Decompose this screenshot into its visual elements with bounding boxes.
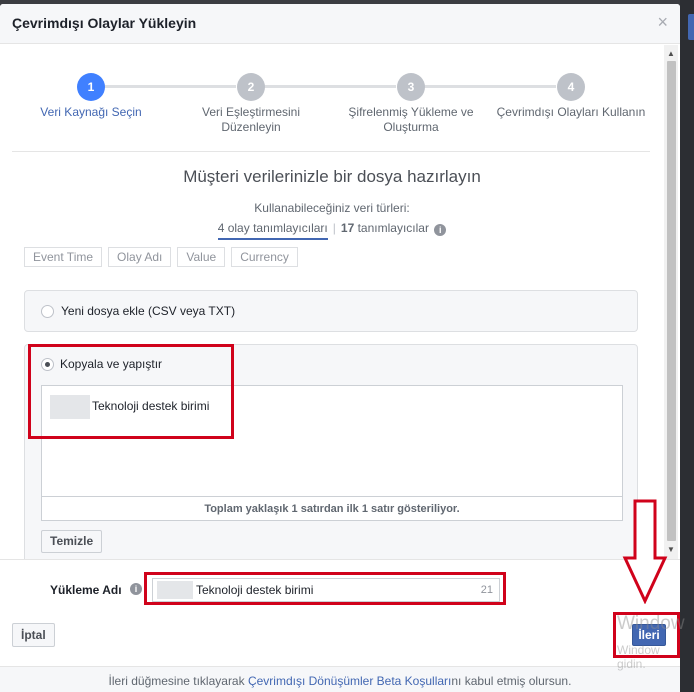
step-connector [424,85,556,88]
new-file-label: Yeni dosya ekle (CSV veya TXT) [61,304,236,318]
step-4-label: Çevrimdışı Olayları Kullanın [488,105,654,120]
tab-id-text: tanımlayıcılar [357,221,429,235]
background-window [680,0,694,692]
terms-link[interactable]: Çevrimdışı Dönüşümler Beta Koşulları [248,674,451,688]
divider [12,151,650,152]
dialog-title: Çevrimdışı Olaylar Yükleyin [12,15,197,31]
dialog-header: Çevrimdışı Olaylar Yükleyin × [0,4,680,44]
scroll-up-arrow-icon[interactable]: ▲ [664,49,678,58]
column-chips: Event Time Olay Adı Value Currency [24,247,304,269]
tab-event-count: 4 [217,221,225,235]
step-connector [104,85,236,88]
step-4-label-text: Çevrimdışı Olayları Kullanın [496,105,646,119]
close-icon[interactable]: × [657,13,668,31]
chip-event-name: Olay Adı [108,247,172,267]
step-2-circle: 2 [237,73,265,101]
option-copy-paste[interactable]: Kopyala ve yapıştır Teknoloji destek bir… [24,344,638,559]
option-new-file[interactable]: Yeni dosya ekle (CSV veya TXT) [24,290,638,332]
cancel-button[interactable]: İptal [12,623,55,647]
chip-event-time: Event Time [24,247,103,267]
chip-value: Value [177,247,226,267]
upload-name-value: Teknoloji destek birimi [196,583,314,597]
annotation-arrow-down-icon [622,499,668,604]
upload-name-label: Yükleme Adı [50,583,122,597]
upload-name-input[interactable]: Teknoloji destek birimi 21 [152,578,500,602]
redacted-text [157,581,193,599]
step-1-circle: 1 [77,73,105,101]
paste-textarea[interactable]: Teknoloji destek birimi [41,385,623,497]
step-3-circle: 3 [397,73,425,101]
terms-text-before: İleri düğmesine tıklayarak [108,674,248,688]
upload-offline-events-dialog: Çevrimdışı Olaylar Yükleyin × 1 2 3 4 Ve… [0,4,680,692]
step-3-label: Şifrelenmiş Yükleme ve Oluşturma [331,105,491,135]
copy-paste-label: Kopyala ve yapıştır [60,357,163,371]
redacted-text [50,395,90,419]
paste-row-summary: Toplam yaklaşık 1 satırdan ilk 1 satır g… [41,497,623,521]
character-count: 21 [480,584,493,596]
step-2-label-line2: Düzenleyin [221,120,281,134]
step-3-label-line2: Oluşturma [383,120,439,134]
scrollbar[interactable]: ▲ ▼ [664,45,678,559]
new-file-radio[interactable] [41,305,54,318]
step-3-label-line1: Şifrelenmiş Yükleme ve [348,105,474,119]
dialog-body[interactable]: 1 2 3 4 Veri Kaynağı Seçin Veri Eşleştir… [0,45,680,559]
identifier-tabs: 4 olay tanımlayıcıları | 17 tanımlayıcılar… [0,221,664,240]
step-4-circle: 4 [557,73,585,101]
step-1-label-text: Veri Kaynağı Seçin [40,105,142,119]
data-types-label: Kullanabileceğiniz veri türleri: [254,201,410,215]
info-icon[interactable]: i [130,583,142,595]
paste-textarea-content: Teknoloji destek birimi [92,399,210,413]
dialog-footer: Yükleme Adı i Teknoloji destek birimi 21… [0,559,680,692]
tab-identifiers[interactable]: 17 tanımlayıcılar [341,221,429,238]
step-connector [264,85,396,88]
next-button[interactable]: İleri [632,624,666,646]
terms-notice: İleri düğmesine tıklayarak Çevrimdışı Dö… [0,666,680,692]
clear-button[interactable]: Temizle [41,530,103,553]
step-2-label: Veri Eşleştirmesini Düzenleyin [181,105,321,135]
info-icon[interactable]: i [434,224,447,236]
scroll-thumb[interactable] [667,61,676,541]
tab-separator: | [332,221,336,235]
section-title: Müşteri verilerinizle bir dosya hazırlay… [183,167,481,186]
tab-event-identifiers[interactable]: 4 olay tanımlayıcıları [217,221,328,240]
step-1-label: Veri Kaynağı Seçin [21,105,161,120]
step-2-label-line1: Veri Eşleştirmesini [201,105,301,119]
terms-text: İleri düğmesine tıklayarak Çevrimdışı Dö… [0,674,680,688]
background-button [688,14,694,40]
terms-text-after: nı kabul etmiş olursun. [451,674,572,688]
copy-paste-radio[interactable] [41,358,54,371]
tab-id-count: 17 [340,221,355,235]
chip-currency: Currency [231,247,298,267]
tab-event-text: olay tanımlayıcıları [227,221,328,235]
